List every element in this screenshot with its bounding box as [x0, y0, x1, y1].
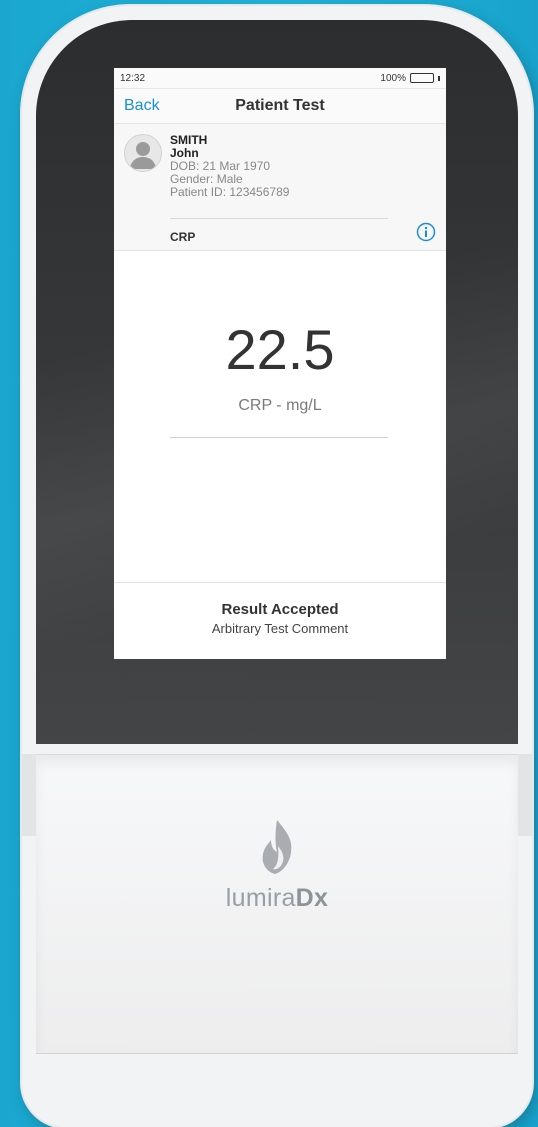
user-silhouette-icon	[124, 134, 162, 172]
result-unit: CRP - mg/L	[238, 397, 322, 414]
battery-icon	[410, 73, 434, 83]
result-status: Result Accepted	[221, 601, 339, 618]
status-bar: 12:32 100%	[114, 68, 446, 89]
result-value: 22.5	[225, 318, 335, 381]
back-button[interactable]: Back	[124, 97, 160, 115]
flame-icon	[262, 820, 292, 874]
page-title: Patient Test	[235, 97, 325, 114]
result-panel: 22.5 CRP - mg/L	[114, 251, 446, 571]
brand-name: lumiraDx	[225, 884, 329, 912]
status-time: 12:32	[120, 72, 146, 84]
battery-percent: 100%	[380, 72, 406, 84]
brand-logo: lumiraDx	[22, 818, 532, 913]
patient-id: Patient ID: 123456789	[170, 185, 290, 199]
device-screen: 12:32 100% Back Patient Test SMITH John …	[114, 68, 446, 659]
battery-indicator: 100%	[380, 73, 440, 84]
divider	[170, 218, 388, 219]
test-comment: Arbitrary Test Comment	[211, 621, 349, 636]
navigation-bar: Back Patient Test	[114, 89, 446, 124]
result-divider	[170, 437, 388, 438]
info-circle-icon[interactable]	[416, 222, 436, 242]
test-name: CRP	[170, 230, 196, 244]
patient-details: SMITH John DOB: 21 Mar 1970 Gender: Male…	[170, 134, 289, 199]
patient-card: SMITH John DOB: 21 Mar 1970 Gender: Male…	[114, 124, 446, 251]
result-footer: Result Accepted Arbitrary Test Comment	[114, 582, 446, 659]
